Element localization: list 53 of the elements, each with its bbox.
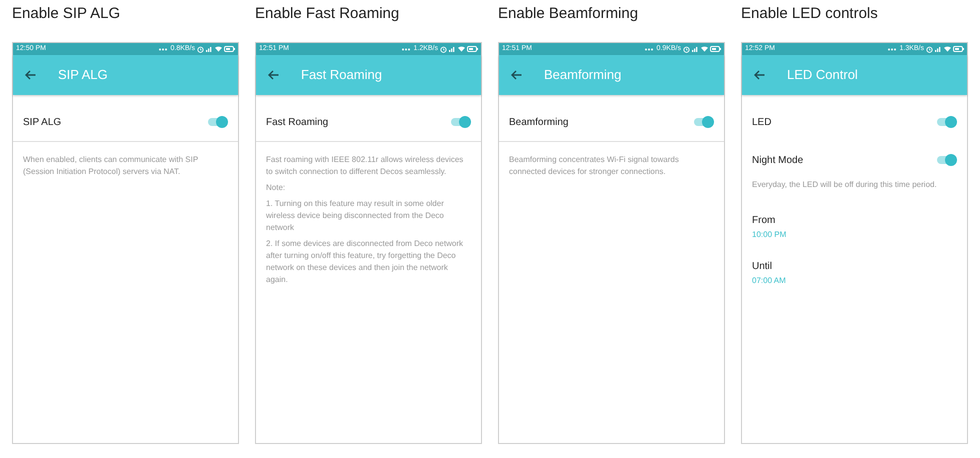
time-value[interactable]: 07:00 AM xyxy=(752,275,957,287)
setting-label: Fast Roaming xyxy=(266,116,328,130)
description-text: Beamforming concentrates Wi-Fi signal towards connected devices for stronger connections. xyxy=(508,154,680,178)
description-text: 1. Turning on this feature may result in some older wireless device being disconnected from the Deco network xyxy=(265,198,445,234)
alarm-icon xyxy=(683,46,690,52)
signal-icon xyxy=(206,46,213,52)
wifi-icon xyxy=(944,46,951,52)
setting-label: SIP ALG xyxy=(23,116,62,130)
screen-title: LED Control xyxy=(787,66,858,84)
back-button[interactable] xyxy=(268,70,279,80)
wifi-icon xyxy=(701,46,708,52)
signal-icon xyxy=(935,46,942,52)
section-heading: Enable Fast Roaming xyxy=(255,4,400,24)
section-heading: Enable SIP ALG xyxy=(12,4,122,24)
signal-icon xyxy=(692,46,699,52)
battery-icon xyxy=(467,46,478,52)
more-dots-icon xyxy=(888,48,896,50)
description-text: Fast roaming with IEEE 802.11r allows wireless devices to switch connection to different Decos seamlessly. xyxy=(265,154,464,178)
wifi-icon xyxy=(458,46,465,52)
section-heading: Enable Beamforming xyxy=(498,4,640,24)
signal-icon xyxy=(449,46,456,52)
description-text: Everyday, the LED will be off during this time period. xyxy=(751,179,938,191)
toggle-switch[interactable] xyxy=(449,116,471,128)
screen-title: Beamforming xyxy=(544,66,622,84)
battery-icon xyxy=(710,46,721,52)
battery-icon xyxy=(953,46,964,52)
screen-title: Fast Roaming xyxy=(301,66,382,84)
screen-title: SIP ALG xyxy=(58,66,108,84)
alarm-icon xyxy=(440,46,447,52)
alarm-icon xyxy=(926,46,933,52)
setting-label: Beamforming xyxy=(509,116,568,130)
battery-icon xyxy=(224,46,235,52)
back-button[interactable] xyxy=(754,70,765,80)
more-dots-icon xyxy=(402,48,410,50)
back-button[interactable] xyxy=(25,70,36,80)
setting-label: Until xyxy=(752,260,774,274)
description-text: Note: xyxy=(265,182,286,194)
back-button[interactable] xyxy=(511,70,522,80)
time-value[interactable]: 10:00 PM xyxy=(752,229,957,241)
more-dots-icon xyxy=(159,48,168,50)
setting-label: From xyxy=(752,214,776,228)
toggle-switch[interactable] xyxy=(692,116,714,128)
setting-label: LED xyxy=(752,116,772,130)
section-heading: Enable LED controls xyxy=(741,4,879,24)
toggle-switch[interactable] xyxy=(206,116,228,128)
more-dots-icon xyxy=(645,48,654,50)
setting-label: Night Mode xyxy=(752,154,804,168)
toggle-switch[interactable] xyxy=(935,116,957,128)
toggle-switch[interactable] xyxy=(935,154,957,166)
alarm-icon xyxy=(197,46,204,52)
description-text: When enabled, clients can communicate with SIP (Session Initiation Protocol) servers via NAT. xyxy=(22,154,200,178)
description-text: 2. If some devices are disconnected from Deco network after turning on/off this feature, try forgetting the Deco network on these devices and then join the network again. xyxy=(265,238,464,286)
wifi-icon xyxy=(215,46,222,52)
